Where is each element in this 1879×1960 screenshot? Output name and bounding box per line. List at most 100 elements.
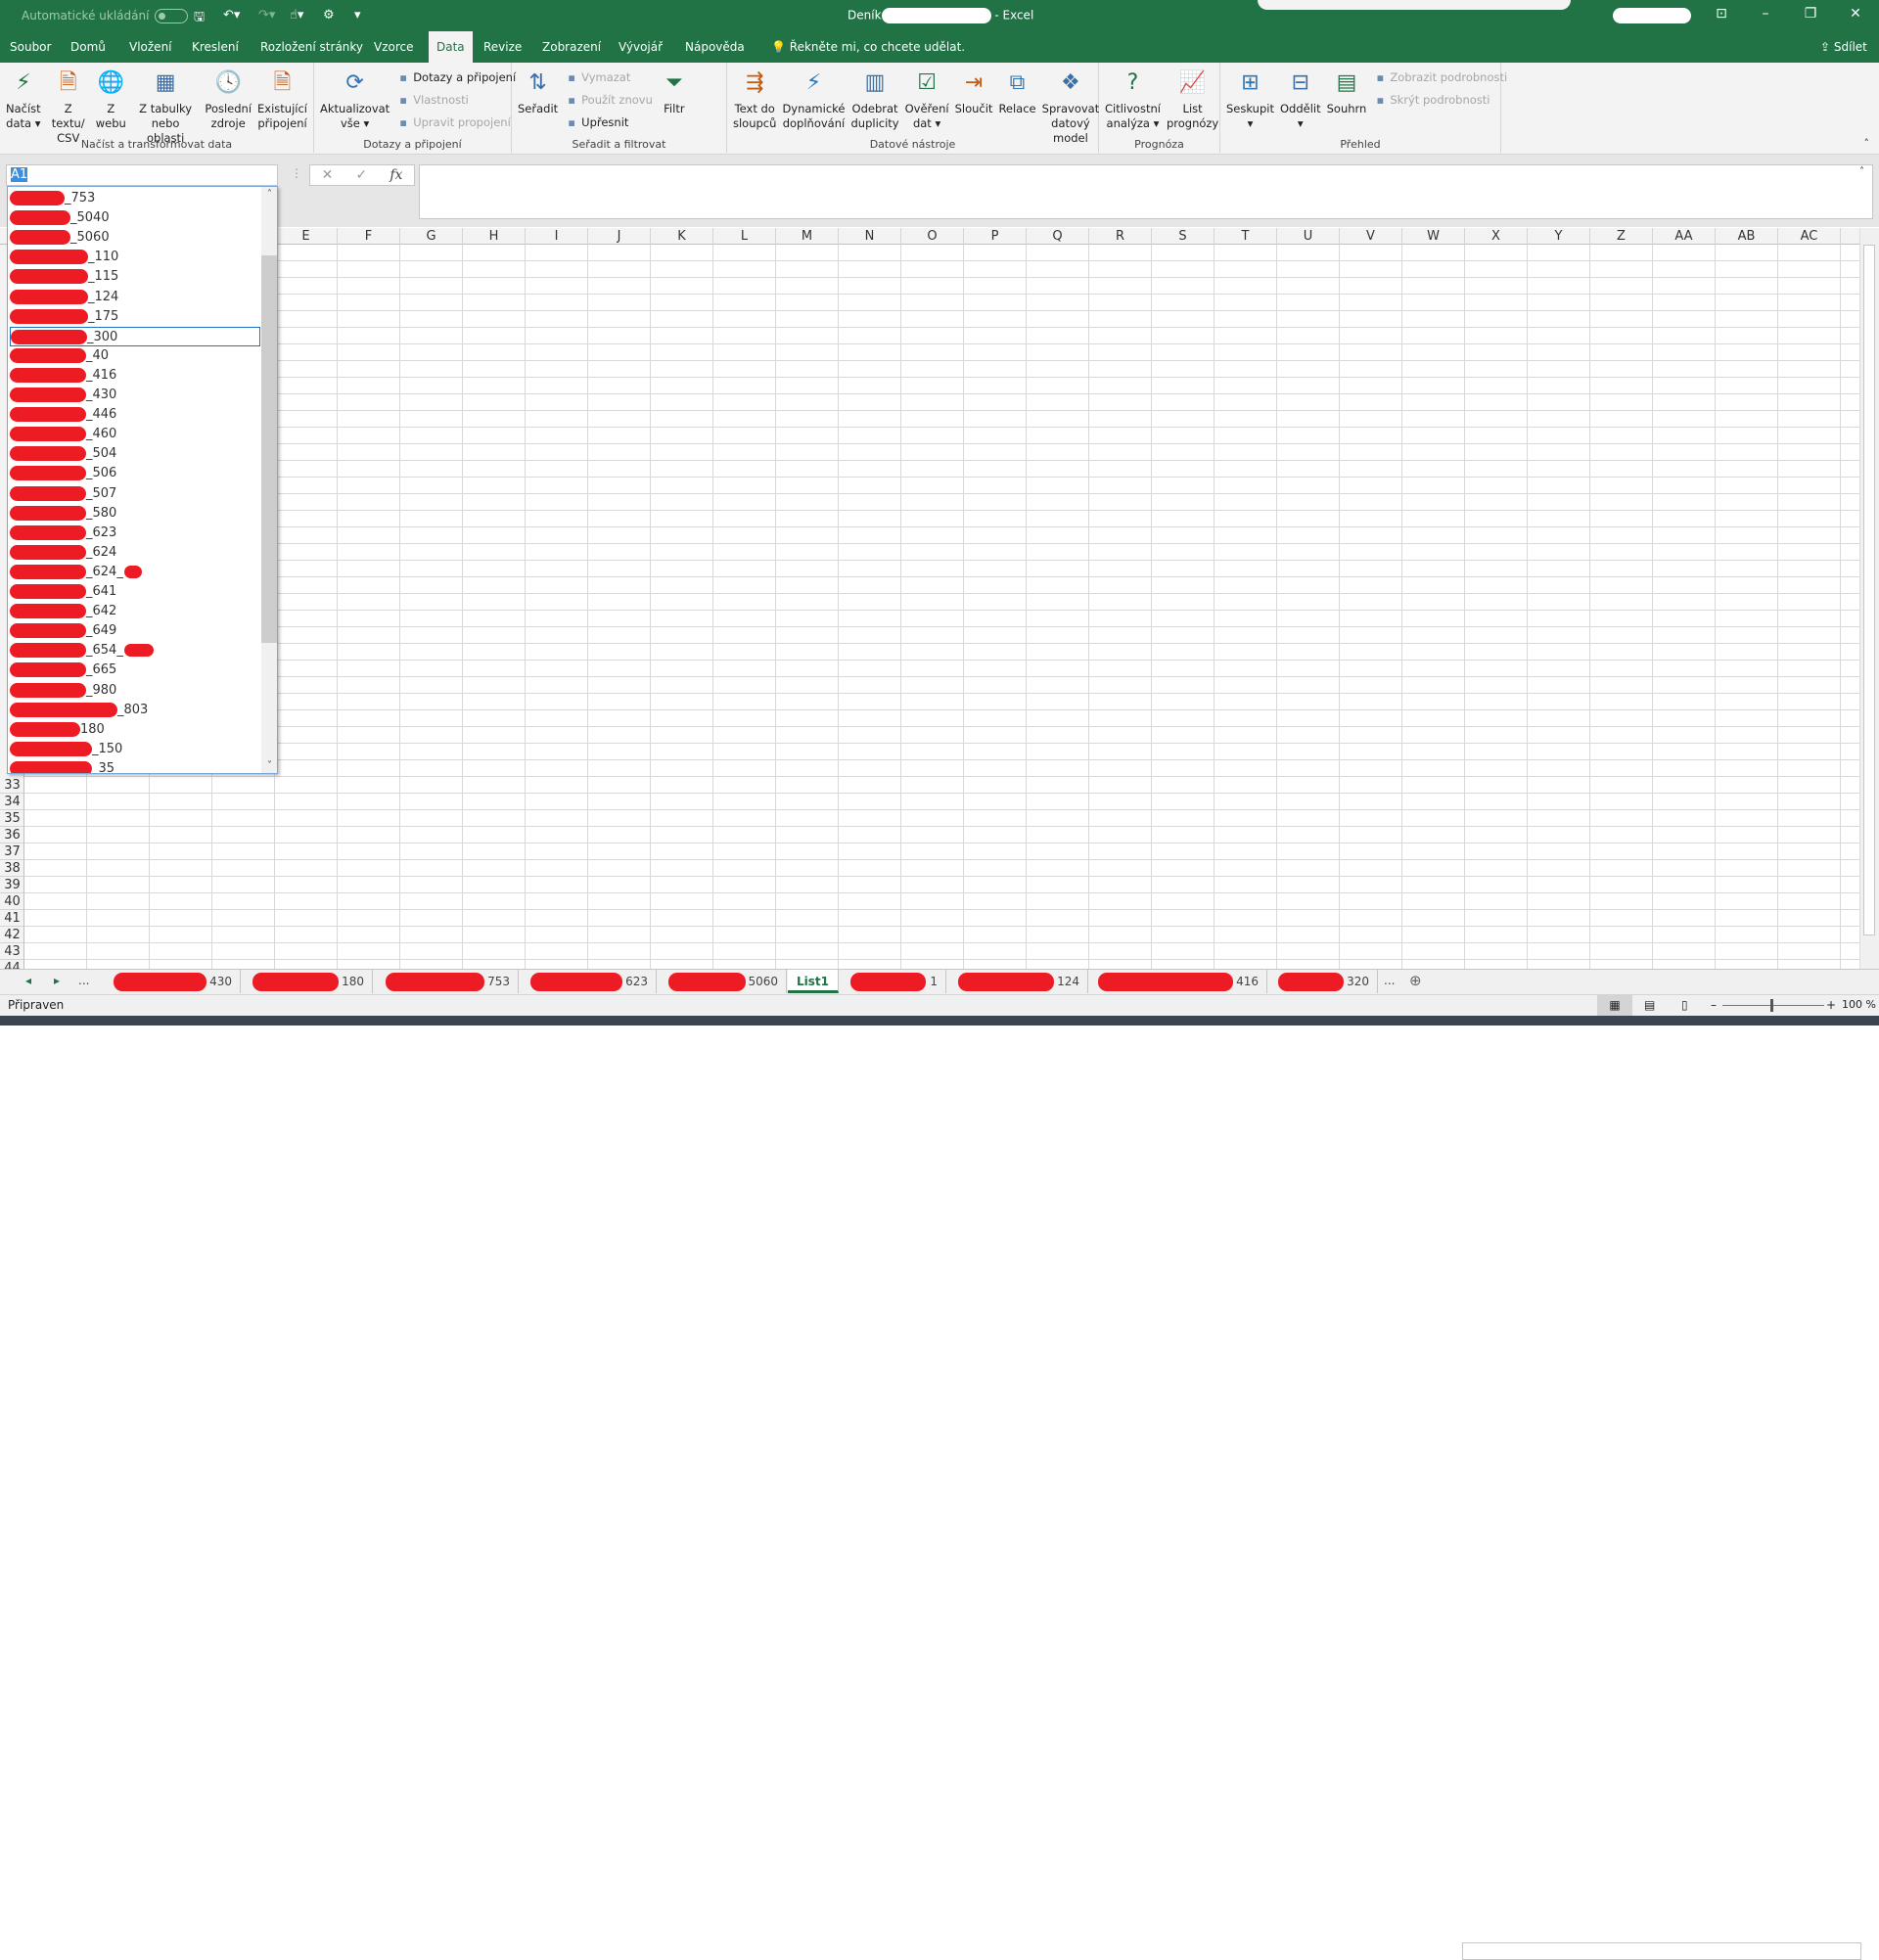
tab-vzorce[interactable]: Vzorce: [366, 31, 422, 63]
row-header-42[interactable]: 42: [0, 927, 23, 943]
more-sheets-right[interactable]: ...: [1384, 974, 1395, 987]
column-header-W[interactable]: W: [1402, 228, 1465, 245]
dropdown-item[interactable]: _460: [10, 425, 260, 444]
zoom-level[interactable]: 100 %: [1842, 998, 1876, 1011]
column-header-N[interactable]: N: [839, 228, 901, 245]
add-sheet-icon[interactable]: ⊕: [1409, 972, 1422, 989]
insert-function-icon[interactable]: fx: [390, 167, 402, 183]
dropdown-item[interactable]: _803: [10, 701, 260, 720]
tab-kreslení[interactable]: Kreslení: [184, 31, 247, 63]
page-break-icon[interactable]: ▯: [1681, 998, 1688, 1012]
tell-me-search[interactable]: 💡 Řekněte mi, co chcete udělat.: [763, 31, 973, 63]
column-header-Y[interactable]: Y: [1528, 228, 1590, 245]
horizontal-scrollbar[interactable]: [1462, 1942, 1861, 1960]
row-header-34[interactable]: 34: [0, 794, 23, 810]
dropdown-item[interactable]: _40: [10, 346, 260, 366]
column-header-L[interactable]: L: [713, 228, 776, 245]
column-header-AC[interactable]: AC: [1778, 228, 1841, 245]
collapse-formula-bar-icon[interactable]: ˄: [1859, 166, 1864, 177]
dropdown-item[interactable]: _124: [10, 288, 260, 307]
dropdown-item[interactable]: _110: [10, 248, 260, 267]
scroll-down-icon[interactable]: ˅: [261, 760, 277, 771]
name-box[interactable]: A1: [6, 164, 278, 186]
undo-icon[interactable]: ↶▾: [223, 8, 240, 23]
row-header-44[interactable]: 44: [0, 960, 23, 969]
autosave-toggle[interactable]: Automatické ukládání: [22, 9, 189, 23]
ribbon-display-handle[interactable]: [1258, 0, 1571, 10]
more-sheets-left[interactable]: ...: [78, 974, 89, 987]
dropdown-item[interactable]: _504: [10, 444, 260, 464]
zoom-slider-thumb[interactable]: [1770, 999, 1773, 1012]
tab-vložení[interactable]: Vložení: [121, 31, 180, 63]
next-sheet-icon[interactable]: ▸: [54, 974, 60, 987]
dropdown-item[interactable]: _623: [10, 524, 260, 543]
restore-icon[interactable]: ❐: [1791, 6, 1830, 22]
cell-grid[interactable]: [24, 245, 1859, 969]
dropdown-item[interactable]: _624: [10, 543, 260, 563]
enter-icon[interactable]: ✓: [355, 167, 367, 183]
scroll-up-icon[interactable]: ˄: [261, 189, 277, 200]
column-header-AA[interactable]: AA: [1653, 228, 1716, 245]
column-header-Z[interactable]: Z: [1590, 228, 1653, 245]
column-header-G[interactable]: G: [400, 228, 463, 245]
dropdown-item[interactable]: _5060: [10, 228, 260, 248]
save-icon[interactable]: 🖫: [194, 8, 205, 29]
dropdown-item[interactable]: _507: [10, 484, 260, 504]
minimize-icon[interactable]: –: [1746, 6, 1785, 22]
dropdown-item[interactable]: _430: [10, 386, 260, 405]
dropdown-item[interactable]: _150: [10, 740, 260, 759]
zoom-slider[interactable]: [1722, 1005, 1824, 1006]
column-header-I[interactable]: I: [526, 228, 588, 245]
tab-data[interactable]: Data: [429, 31, 473, 63]
tab-revize[interactable]: Revize: [476, 31, 529, 63]
tab-vývojář[interactable]: Vývojář: [611, 31, 670, 63]
row-header-35[interactable]: 35: [0, 810, 23, 827]
dropdown-item[interactable]: _115: [10, 267, 260, 287]
collapse-ribbon-icon[interactable]: ˄: [1864, 137, 1870, 150]
dropdown-item[interactable]: _980: [10, 681, 260, 701]
tab-nápověda[interactable]: Nápověda: [677, 31, 753, 63]
ribbon-small-button[interactable]: ▪ Dotazy a připojení: [396, 68, 516, 87]
zoom-in-icon[interactable]: +: [1826, 998, 1836, 1012]
column-header-Q[interactable]: Q: [1027, 228, 1089, 245]
tab-domů[interactable]: Domů: [63, 31, 114, 63]
column-header-E[interactable]: E: [275, 228, 338, 245]
row-header-43[interactable]: 43: [0, 943, 23, 960]
row-header-40[interactable]: 40: [0, 893, 23, 910]
share-button[interactable]: ⇪ Sdílet: [1812, 31, 1875, 63]
column-header-V[interactable]: V: [1340, 228, 1402, 245]
dropdown-item[interactable]: _175: [10, 307, 260, 327]
column-header-J[interactable]: J: [588, 228, 651, 245]
prev-sheet-icon[interactable]: ◂: [25, 974, 31, 987]
dropdown-item[interactable]: _35: [10, 759, 260, 773]
sheet-tab[interactable]: 623: [523, 970, 657, 993]
column-header-O[interactable]: O: [901, 228, 964, 245]
customize-icon[interactable]: ⚙: [323, 8, 335, 23]
tab-zobrazení[interactable]: Zobrazení: [534, 31, 609, 63]
dropdown-item[interactable]: _642: [10, 602, 260, 621]
dropdown-item[interactable]: _624_: [10, 563, 260, 582]
name-box-dropdown[interactable]: ˄ ˅ _753 _5040 _5060 _110 _115 _124 _175 _300 _4…: [7, 186, 278, 774]
sheet-tab[interactable]: 416: [1090, 970, 1267, 993]
page-layout-icon[interactable]: ▤: [1644, 998, 1655, 1012]
vertical-scroll-thumb[interactable]: [1863, 245, 1875, 935]
formula-input[interactable]: [419, 164, 1873, 219]
row-header-39[interactable]: 39: [0, 877, 23, 893]
tab-rozložení-stránky[interactable]: Rozložení stránky: [252, 31, 371, 63]
normal-view-icon[interactable]: ▦: [1597, 995, 1632, 1016]
dropdown-item[interactable]: _300: [10, 326, 260, 346]
sheet-tab[interactable]: List1: [788, 970, 839, 993]
dropdown-item[interactable]: _649: [10, 621, 260, 641]
sheet-tab[interactable]: 180: [245, 970, 373, 993]
ribbon-options-icon[interactable]: ⊡: [1702, 6, 1741, 22]
sheet-tab[interactable]: 320: [1270, 970, 1378, 993]
dropdown-item[interactable]: _654_: [10, 641, 260, 661]
sheet-tab[interactable]: 124: [950, 970, 1088, 993]
row-header-33[interactable]: 33: [0, 777, 23, 794]
dropdown-item[interactable]: _753: [10, 189, 260, 208]
sheet-tab[interactable]: 753: [378, 970, 519, 993]
dropdown-item[interactable]: _446: [10, 405, 260, 425]
cancel-icon[interactable]: ✕: [322, 167, 334, 183]
sheet-tab[interactable]: 430: [106, 970, 241, 993]
dropdown-item[interactable]: _416: [10, 366, 260, 386]
